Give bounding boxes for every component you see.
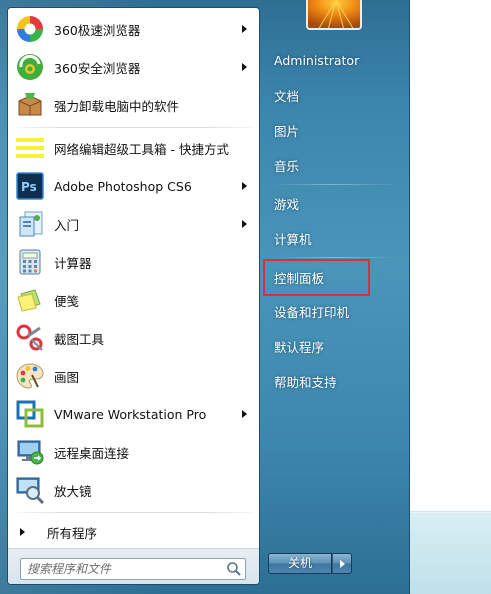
program-label: 网络编辑超级工具箱 - 快捷方式 <box>54 141 229 157</box>
program-item-magnifier[interactable]: 放大镜 <box>8 471 259 509</box>
program-label: 计算器 <box>54 255 92 271</box>
submenu-arrow-icon[interactable] <box>242 410 247 418</box>
program-item-vmware[interactable]: VMware Workstation Pro <box>8 395 259 433</box>
desktop-window-edge <box>405 512 491 594</box>
link-label: 文档 <box>274 88 300 104</box>
program-item-paint[interactable]: 画图 <box>8 357 259 395</box>
program-list-panel: 360极速浏览器 360安全浏览器 强力卸载电脑中的软件 网络编辑超级工具箱 -… <box>7 7 260 585</box>
shutdown-group: 关机 <box>268 553 356 574</box>
program-item-uninstaller[interactable]: 强力卸载电脑中的软件 <box>8 86 259 124</box>
search-icon[interactable] <box>226 561 242 577</box>
submenu-arrow-icon[interactable] <box>242 63 247 71</box>
link-devices-printers[interactable]: 设备和打印机 <box>262 295 402 327</box>
all-programs-button[interactable]: 所有程序 <box>8 520 259 544</box>
submenu-arrow-icon[interactable] <box>242 220 247 228</box>
getting-started-icon <box>14 208 46 240</box>
link-pictures[interactable]: 图片 <box>262 114 402 146</box>
snipping-tool-icon <box>14 322 46 354</box>
link-label: 设备和打印机 <box>274 304 350 320</box>
shutdown-options-button[interactable] <box>332 553 352 574</box>
program-label: 360极速浏览器 <box>54 22 141 38</box>
link-computer[interactable]: 计算机 <box>262 222 402 254</box>
program-label: 远程桌面连接 <box>54 445 130 461</box>
paint-palette-icon <box>14 360 46 392</box>
link-label: Administrator <box>274 52 360 68</box>
desktop-background <box>405 0 491 594</box>
sticky-notes-icon <box>14 284 46 316</box>
program-label: 便笺 <box>54 293 80 309</box>
program-item-network-toolbox[interactable]: 网络编辑超级工具箱 - 快捷方式 <box>8 129 259 167</box>
program-item-remote-desktop[interactable]: 远程桌面连接 <box>8 433 259 471</box>
user-account-picture[interactable] <box>306 0 362 30</box>
program-item-calculator[interactable]: 计算器 <box>8 243 259 281</box>
search-input[interactable] <box>21 560 226 578</box>
list-divider <box>14 512 253 513</box>
program-item-360-safe-browser[interactable]: 360安全浏览器 <box>8 48 259 86</box>
360-safe-browser-icon <box>14 51 46 83</box>
360-speed-browser-icon <box>14 13 46 45</box>
link-label: 图片 <box>274 123 300 139</box>
link-games[interactable]: 游戏 <box>262 187 402 219</box>
calculator-icon <box>14 246 46 278</box>
control-panel-highlight <box>263 259 370 296</box>
submenu-arrow-icon[interactable] <box>242 25 247 33</box>
remote-desktop-icon <box>14 436 46 468</box>
program-label: 画图 <box>54 369 80 385</box>
vmware-icon <box>14 398 46 430</box>
shutdown-button[interactable]: 关机 <box>268 553 332 574</box>
submenu-arrow-icon[interactable] <box>242 182 247 190</box>
uninstall-box-icon <box>14 89 46 121</box>
program-item-sticky-notes[interactable]: 便笺 <box>8 281 259 319</box>
search-box[interactable] <box>20 558 246 580</box>
link-music[interactable]: 音乐 <box>262 149 402 181</box>
program-label: VMware Workstation Pro <box>54 406 207 422</box>
search-area <box>8 548 259 584</box>
link-divider <box>270 184 398 185</box>
magnifier-icon <box>14 474 46 506</box>
program-label: 截图工具 <box>54 331 105 347</box>
program-label: 放大镜 <box>54 483 92 499</box>
link-administrator[interactable]: Administrator <box>262 44 402 76</box>
link-default-programs[interactable]: 默认程序 <box>262 330 402 362</box>
photoshop-icon: Ps <box>14 170 46 202</box>
list-divider <box>14 127 253 128</box>
link-help-support[interactable]: 帮助和支持 <box>262 365 402 397</box>
link-label: 计算机 <box>274 231 312 247</box>
link-label: 帮助和支持 <box>274 374 337 390</box>
link-label: 游戏 <box>274 196 300 212</box>
chevron-right-icon <box>339 559 345 568</box>
expand-arrow-icon <box>20 528 25 536</box>
shutdown-label: 关机 <box>287 556 312 570</box>
program-item-snipping-tool[interactable]: 截图工具 <box>8 319 259 357</box>
all-programs-label: 所有程序 <box>47 525 98 541</box>
svg-text:Ps: Ps <box>21 180 37 194</box>
link-label: 默认程序 <box>274 339 325 355</box>
program-label: 360安全浏览器 <box>54 60 141 76</box>
link-documents[interactable]: 文档 <box>262 79 402 111</box>
program-item-photoshop[interactable]: Ps Adobe Photoshop CS6 <box>8 167 259 205</box>
link-label: 音乐 <box>274 158 300 174</box>
program-item-360-speed-browser[interactable]: 360极速浏览器 <box>8 10 259 48</box>
yellow-lines-icon <box>14 132 46 164</box>
program-item-getting-started[interactable]: 入门 <box>8 205 259 243</box>
program-label: Adobe Photoshop CS6 <box>54 178 192 194</box>
link-divider <box>270 257 398 258</box>
program-label: 强力卸载电脑中的软件 <box>54 98 180 114</box>
program-label: 入门 <box>54 217 80 233</box>
